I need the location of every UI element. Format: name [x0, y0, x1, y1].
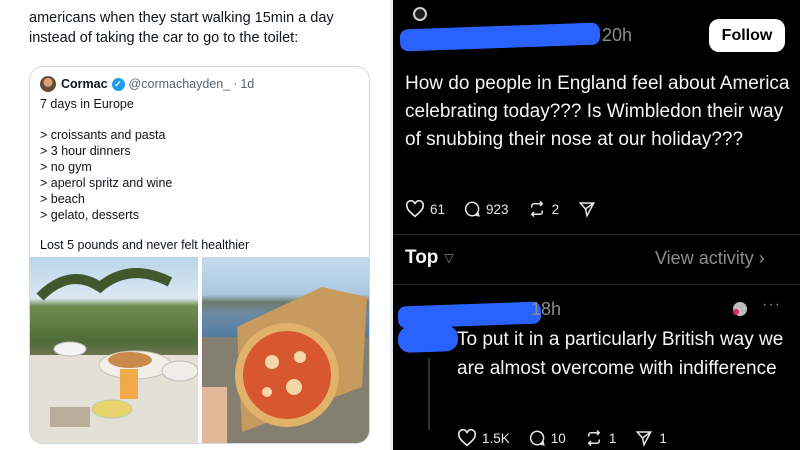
- meme-caption: americans when they start walking 15min …: [29, 10, 334, 46]
- reply-time: 18h: [531, 299, 562, 319]
- send-icon: [635, 431, 653, 447]
- follow-button[interactable]: Follow: [709, 19, 785, 52]
- quoted-tweet-header: Cormac ✓ @cormachayden_ · 1d: [40, 76, 254, 92]
- repost-count: 1: [608, 430, 617, 446]
- quoted-tweet-card[interactable]: Cormac ✓ @cormachayden_ · 1d 7 days in E…: [29, 66, 370, 444]
- quoted-line: > gelato, desserts: [40, 208, 140, 222]
- repost-icon: [530, 200, 543, 218]
- share-action[interactable]: [577, 200, 602, 218]
- reply-actions: 1.5K 10 1 1: [457, 427, 685, 449]
- author-name[interactable]: Cormac: [61, 77, 108, 91]
- post-actions: 61 923 2: [405, 198, 620, 220]
- view-activity-label: View activity: [655, 248, 754, 268]
- comment-icon: [464, 201, 480, 217]
- profile-badge-icon: [733, 302, 747, 316]
- share-action[interactable]: 1: [634, 429, 667, 447]
- quoted-line: > 3 hour dinners: [40, 144, 131, 158]
- quoted-line: > beach: [40, 192, 85, 206]
- like-action[interactable]: 1.5K: [457, 429, 510, 447]
- tweet-time: 1d: [240, 77, 255, 91]
- thread-line: [428, 358, 430, 430]
- sort-label: Top: [405, 247, 439, 268]
- heart-icon: [405, 200, 425, 218]
- repost-action[interactable]: 1: [584, 429, 617, 447]
- photo-pizza-beach[interactable]: [202, 257, 369, 443]
- photo-food-table[interactable]: [30, 257, 198, 443]
- divider: [393, 234, 800, 235]
- repost-icon: [587, 429, 601, 447]
- separator-dot: ·: [233, 77, 238, 91]
- quoted-line: > aperol spritz and wine: [40, 176, 173, 190]
- comment-icon: [529, 430, 545, 446]
- repost-action[interactable]: 2: [527, 200, 560, 218]
- avatar[interactable]: [40, 76, 56, 92]
- comment-action[interactable]: 10: [528, 429, 566, 447]
- quoted-line: 7 days in Europe: [40, 97, 134, 111]
- repost-count: 2: [551, 201, 560, 217]
- avatar-badge: [413, 7, 427, 21]
- like-action[interactable]: 61: [405, 200, 445, 218]
- chevron-down-icon: ▽: [444, 251, 454, 265]
- like-count: 1.5K: [482, 430, 510, 446]
- author-handle[interactable]: @cormachayden_: [129, 77, 231, 91]
- chevron-right-icon: ›: [758, 248, 765, 268]
- quoted-line: > croissants and pasta: [40, 128, 166, 142]
- quoted-photos: [30, 257, 369, 443]
- send-icon: [578, 202, 596, 218]
- redaction-avatar: [397, 324, 459, 354]
- more-icon[interactable]: ···: [762, 296, 781, 314]
- divider: [393, 284, 800, 285]
- post-text: How do people in England feel about Amer…: [405, 73, 790, 150]
- comment-count: 10: [550, 430, 566, 446]
- heart-icon: [457, 429, 477, 447]
- post-time: 20h: [602, 25, 633, 45]
- verified-badge-icon: ✓: [111, 77, 125, 91]
- quoted-line: > no gym: [40, 160, 92, 174]
- comment-action[interactable]: 923: [463, 200, 509, 218]
- reply-text: To put it in a particularly British way …: [457, 329, 784, 379]
- sort-dropdown[interactable]: Top ▽: [405, 247, 454, 269]
- quoted-line: Lost 5 pounds and never felt healthier: [40, 238, 250, 252]
- share-count: 1: [659, 430, 667, 446]
- view-activity-link[interactable]: View activity ›: [655, 248, 765, 269]
- meme-left-panel: americans when they start walking 15min …: [0, 0, 390, 450]
- comment-count: 923: [486, 201, 509, 217]
- like-count: 61: [430, 201, 446, 217]
